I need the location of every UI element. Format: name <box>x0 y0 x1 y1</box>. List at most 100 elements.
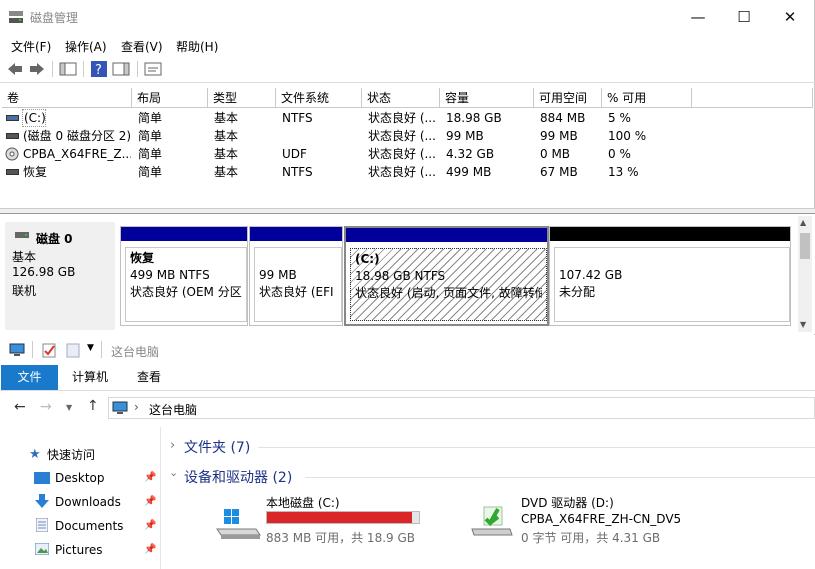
minimize-button[interactable]: — <box>675 0 721 34</box>
breadcrumb-this-pc[interactable]: 这台电脑 <box>149 401 197 418</box>
pin-icon[interactable]: 📌 <box>144 544 156 555</box>
devices-collapse-chevron-icon[interactable]: ⌄ <box>169 466 178 479</box>
star-icon: ★ <box>29 447 41 462</box>
dvd-drive-icon <box>471 506 513 536</box>
pin-icon[interactable]: 📌 <box>144 472 156 483</box>
back-icon[interactable]: ← <box>14 399 26 415</box>
nav-documents[interactable]: Documents <box>55 517 123 535</box>
drive-c-free-space: 883 MB 可用，共 18.9 GB <box>266 531 415 545</box>
menu-file[interactable]: 文件(F) <box>11 38 51 55</box>
folders-section-header[interactable]: 文件夹 (7) <box>184 437 250 457</box>
partition-title: (C:) <box>355 252 380 266</box>
disk-management-icon <box>9 11 23 23</box>
partition-size: 107.42 GB <box>559 268 623 282</box>
this-pc-icon <box>9 343 25 356</box>
menu-bar: 文件(F) 操作(A) 查看(V) 帮助(H) <box>0 34 815 56</box>
volume-filesystem: UDF <box>282 147 307 161</box>
disk-map-scrollbar[interactable]: ▲ ▼ <box>798 216 812 332</box>
pin-icon[interactable]: 📌 <box>144 496 156 507</box>
drive-c-tile[interactable]: 本地磁盘 (C:) 883 MB 可用，共 18.9 GB <box>212 493 442 549</box>
nav-quick-access[interactable]: 快速访问 <box>47 446 95 464</box>
menu-view[interactable]: 查看(V) <box>121 38 163 55</box>
column-volume[interactable]: 卷 <box>2 88 132 108</box>
volume-row[interactable]: CPBA_X64FRE_Z... 简单 基本 UDF 状态良好 (... 4.3… <box>0 145 813 163</box>
disk-size: 126.98 GB <box>12 265 76 279</box>
nav-desktop[interactable]: Desktop <box>55 469 105 487</box>
volume-free: 884 MB <box>540 111 586 125</box>
column-type[interactable]: 类型 <box>208 88 276 108</box>
file-explorer-window: ▼ 这台电脑 文件 计算机 查看 ← → ▼ ↑ › 这台电脑 ★ 快速访问 D… <box>0 335 815 569</box>
column-capacity[interactable]: 容量 <box>440 88 534 108</box>
dvd-icon <box>5 147 19 161</box>
forward-arrow-icon[interactable] <box>28 60 46 78</box>
window-title: 磁盘管理 <box>30 11 79 25</box>
tab-computer[interactable]: 计算机 <box>60 365 120 390</box>
partition-c[interactable]: (C:) 18.98 GB NTFS 状态良好 (启动, 页面文件, 故障转储 <box>344 226 549 326</box>
volume-percent: 5 % <box>608 111 631 125</box>
up-icon[interactable]: ↑ <box>87 398 99 414</box>
breadcrumb-chevron-icon[interactable]: › <box>134 400 139 414</box>
partition-efi[interactable]: 99 MB 状态良好 (EFI <box>249 226 343 326</box>
action-pane-icon[interactable] <box>112 60 130 78</box>
volume-row[interactable]: (磁盘 0 磁盘分区 2) 简单 基本 状态良好 (... 99 MB 99 M… <box>0 127 813 145</box>
downloads-icon <box>35 494 49 508</box>
partition-size: 18.98 GB NTFS <box>355 269 446 283</box>
console-tree-icon[interactable] <box>59 60 77 78</box>
properties-check-icon[interactable] <box>41 342 57 358</box>
volume-layout: 简单 <box>138 111 163 125</box>
column-percent-free[interactable]: % 可用 <box>602 88 692 108</box>
column-free-space[interactable]: 可用空间 <box>534 88 602 108</box>
new-folder-icon[interactable] <box>66 342 80 358</box>
pictures-icon <box>35 543 49 555</box>
nav-pictures[interactable]: Pictures <box>55 541 103 559</box>
quick-access-toolbar-dropdown-icon[interactable]: ▼ <box>87 343 94 353</box>
nav-downloads[interactable]: Downloads <box>55 493 121 511</box>
disk-type: 基本 <box>12 250 37 264</box>
close-button[interactable]: ✕ <box>767 0 813 34</box>
address-bar[interactable]: › 这台电脑 <box>108 397 815 419</box>
volume-row[interactable]: 恢复 简单 基本 NTFS 状态良好 (... 499 MB 67 MB 13 … <box>0 163 813 181</box>
maximize-button[interactable]: ☐ <box>721 0 767 34</box>
documents-icon <box>36 518 48 532</box>
folders-expand-chevron-icon[interactable]: › <box>170 438 175 453</box>
tab-file[interactable]: 文件 <box>1 365 58 390</box>
menu-action[interactable]: 操作(A) <box>65 38 107 55</box>
tab-view[interactable]: 查看 <box>126 365 172 390</box>
volume-icon <box>6 169 19 175</box>
svg-text:?: ? <box>95 63 102 78</box>
volume-filesystem: NTFS <box>282 165 313 179</box>
properties-icon[interactable] <box>144 60 162 78</box>
navigation-pane: ★ 快速访问 Desktop 📌 Downloads 📌 Documents 📌… <box>0 427 161 569</box>
drive-d-tile[interactable]: DVD 驱动器 (D:) CPBA_X64FRE_ZH-CN_DV5 0 字节 … <box>468 493 708 549</box>
back-arrow-icon[interactable] <box>6 60 24 78</box>
partition-title <box>559 250 785 267</box>
pin-icon[interactable]: 📌 <box>144 520 156 531</box>
column-layout[interactable]: 布局 <box>132 88 208 108</box>
recent-locations-chevron-icon[interactable]: ▼ <box>66 403 72 412</box>
partition-unallocated[interactable]: 107.42 GB 未分配 <box>549 226 791 326</box>
devices-section-header[interactable]: 设备和驱动器 (2) <box>184 467 292 487</box>
drive-d-free-space: 0 字节 可用，共 4.31 GB <box>521 531 661 545</box>
disk-0-label[interactable]: 磁盘 0 基本 126.98 GB 联机 <box>5 222 115 330</box>
partition-status: 状态良好 (启动, 页面文件, 故障转储 <box>355 286 542 300</box>
volume-free: 67 MB <box>540 165 578 179</box>
help-icon[interactable]: ? <box>90 60 108 78</box>
volume-name: 恢复 <box>23 165 48 179</box>
volume-percent: 100 % <box>608 129 647 143</box>
column-status[interactable]: 状态 <box>362 88 440 108</box>
partition-recovery[interactable]: 恢复 499 MB NTFS 状态良好 (OEM 分区 <box>120 226 248 326</box>
partition-size: 499 MB NTFS <box>130 268 210 282</box>
volume-row[interactable]: (C:) 简单 基本 NTFS 状态良好 (... 18.98 GB 884 M… <box>0 109 813 127</box>
menu-help[interactable]: 帮助(H) <box>176 38 218 55</box>
ribbon-tabs: 文件 计算机 查看 <box>0 365 815 391</box>
volume-filesystem: NTFS <box>282 111 313 125</box>
disk-name: 磁盘 0 <box>36 232 73 246</box>
column-filesystem[interactable]: 文件系统 <box>276 88 362 108</box>
volume-status: 状态良好 (... <box>368 111 436 125</box>
volume-percent: 13 % <box>608 165 639 179</box>
forward-icon[interactable]: → <box>40 399 52 415</box>
volume-status: 状态良好 (... <box>368 147 436 161</box>
volume-type: 基本 <box>214 111 239 125</box>
partition-title: 恢复 <box>130 251 155 265</box>
volume-capacity: 4.32 GB <box>446 147 495 161</box>
